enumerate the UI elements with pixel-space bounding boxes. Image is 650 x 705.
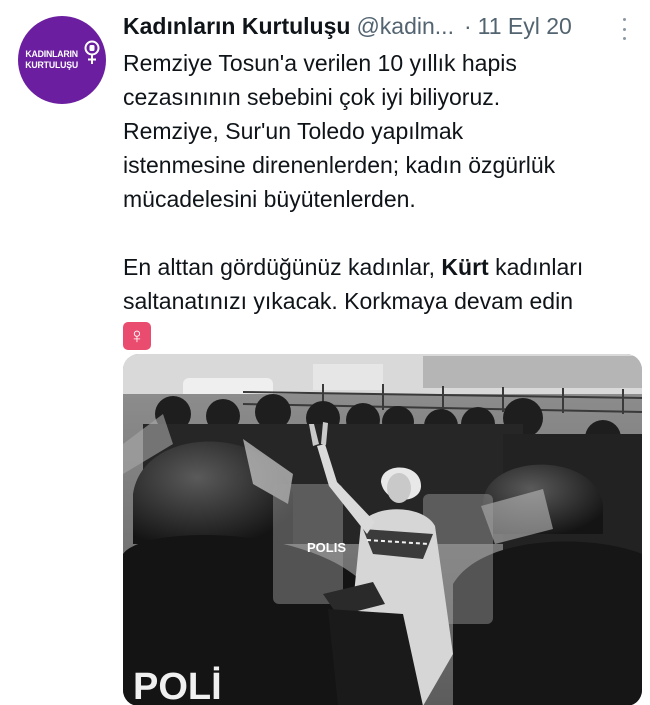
- text-segment: kadınları: [488, 254, 584, 280]
- avatar[interactable]: KADINLARIN KURTULUŞU: [18, 16, 106, 104]
- author-display-name[interactable]: Kadınların Kurtuluşu: [123, 13, 350, 40]
- more-dot: [622, 27, 626, 31]
- tweet-text-line: saltanatınızı yıkacak. Korkmaya devam ed…: [123, 288, 573, 314]
- shield-text: POLIS: [307, 540, 346, 555]
- tweet-text-line: istenmesine direnenlerden; kadın özgürlü…: [123, 152, 556, 178]
- avatar-line-2: KURTULUŞU: [25, 60, 79, 71]
- tweet-photo[interactable]: POLİ POLIS: [123, 354, 642, 705]
- header-separator: ·: [463, 12, 472, 39]
- avatar-logo: KADINLARIN KURTULUŞU: [23, 40, 100, 71]
- more-dot: [622, 18, 626, 21]
- tweet-header: Kadınların Kurtuluşu @kadin... · 11 Eyl …: [123, 8, 642, 44]
- tweet-content: Kadınların Kurtuluşu @kadin... · 11 Eyl …: [123, 8, 642, 352]
- avatar-text: KADINLARIN KURTULUŞU: [26, 49, 79, 71]
- more-options-icon[interactable]: [616, 18, 632, 40]
- avatar-line-1: KADINLARIN: [25, 49, 79, 60]
- text-segment: En alttan gördüğünüz kadınlar,: [123, 254, 442, 280]
- tweet-text-line: Remziye Tosun'a verilen 10 yıllık hapis: [123, 50, 517, 76]
- more-dot: [622, 37, 626, 40]
- author-handle[interactable]: @kadin...: [356, 13, 454, 40]
- tweet-text-line: En alttan gördüğünüz kadınlar, Kürt kadı…: [123, 250, 642, 284]
- hashtag-word-bold: Kürt: [441, 254, 489, 280]
- female-sign-emoji-icon: ♀: [123, 322, 151, 350]
- tweet-text-line: mücadelesini büyütenlerden.: [123, 186, 416, 212]
- tweet-text: Remziye Tosun'a verilen 10 yıllık hapis …: [123, 46, 642, 352]
- paragraph-break: [123, 216, 642, 250]
- venus-fist-icon: [84, 40, 100, 64]
- tweet[interactable]: KADINLARIN KURTULUŞU Kadınların Kurtuluş…: [0, 0, 650, 705]
- tweet-text-line: cezasınının sebebini çok iyi biliyoruz.: [123, 84, 501, 110]
- tweet-date[interactable]: 11 Eyl 20: [478, 13, 572, 40]
- protest-photo: POLİ POLIS: [123, 354, 642, 705]
- police-vest-text: POLİ: [133, 666, 222, 705]
- emoji-line: ♀: [123, 318, 642, 352]
- tweet-text-line: Remziye, Sur'un Toledo yapılmak: [123, 118, 464, 144]
